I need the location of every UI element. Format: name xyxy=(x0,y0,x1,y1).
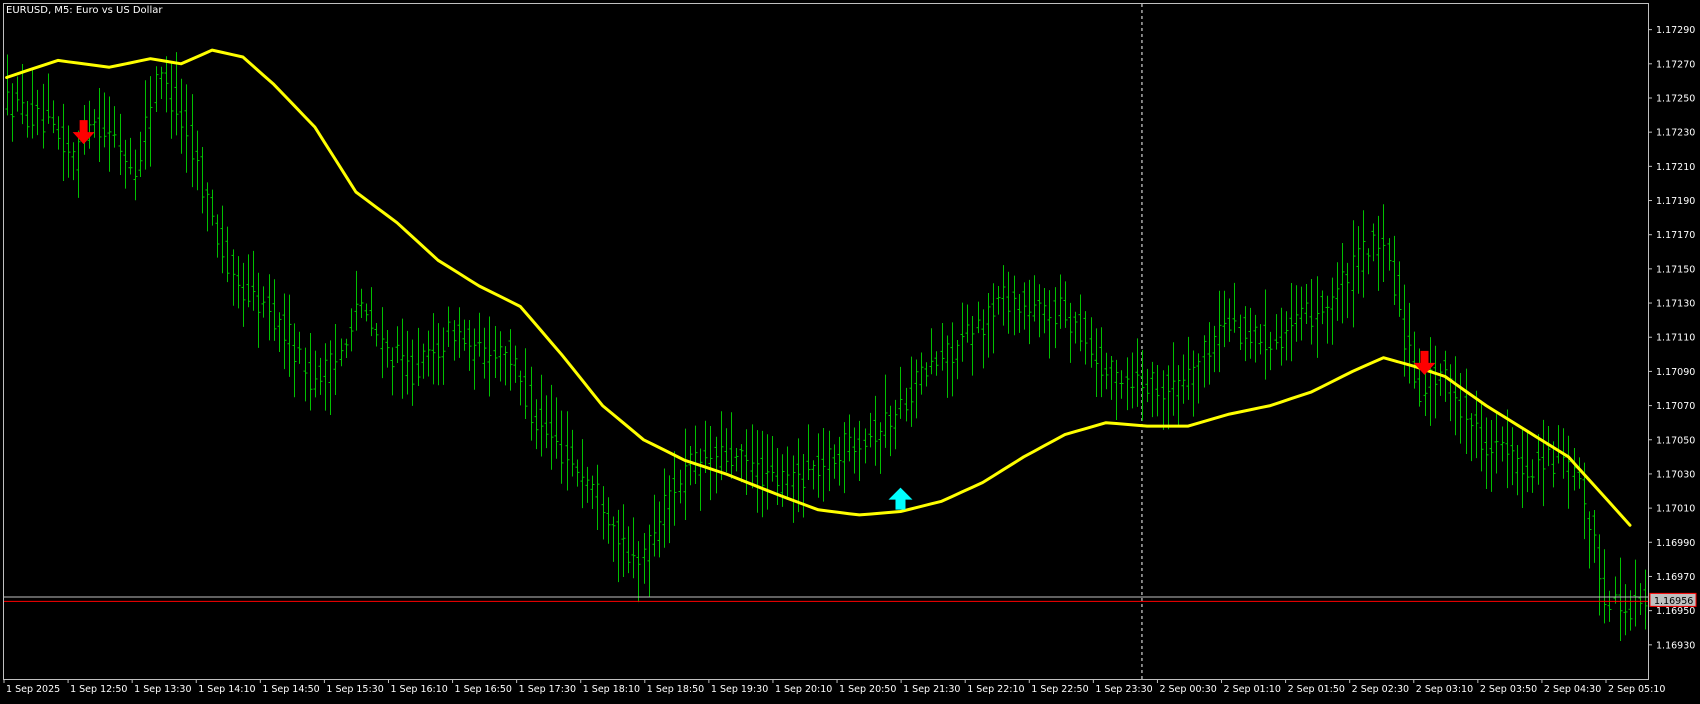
x-axis-label: 2 Sep 03:50 xyxy=(1480,684,1537,695)
chart-title: EURUSD, M5: Euro vs US Dollar xyxy=(6,5,163,16)
x-axis-label: 2 Sep 03:10 xyxy=(1416,684,1473,695)
y-axis-label: 1.17250 xyxy=(1656,93,1695,104)
y-axis-label: 1.17190 xyxy=(1656,196,1695,207)
x-axis-label: 1 Sep 14:50 xyxy=(262,684,319,695)
x-axis-label: 1 Sep 15:30 xyxy=(326,684,383,695)
y-axis-label: 1.17070 xyxy=(1656,401,1695,412)
x-axis-label: 1 Sep 18:50 xyxy=(647,684,704,695)
x-axis-label: 2 Sep 01:50 xyxy=(1288,684,1345,695)
x-axis-label: 2 Sep 04:30 xyxy=(1544,684,1601,695)
y-axis-label: 1.17270 xyxy=(1656,59,1695,70)
x-axis-label: 1 Sep 12:50 xyxy=(70,684,127,695)
y-axis-label: 1.17090 xyxy=(1656,367,1695,378)
chart-window[interactable]: EURUSD, M5: Euro vs US Dollar 1.17290 1.1… xyxy=(0,0,1700,700)
x-axis-label: 1 Sep 21:30 xyxy=(903,684,960,695)
x-axis-label: 1 Sep 22:10 xyxy=(967,684,1024,695)
y-axis-label: 1.17050 xyxy=(1656,435,1695,446)
x-axis-label: 1 Sep 17:30 xyxy=(519,684,576,695)
y-axis-label: 1.17290 xyxy=(1656,25,1695,36)
x-axis-label: 2 Sep 00:30 xyxy=(1159,684,1216,695)
x-axis-label: 1 Sep 14:10 xyxy=(198,684,255,695)
x-axis-label: 1 Sep 20:50 xyxy=(839,684,896,695)
y-axis-label: 1.17230 xyxy=(1656,128,1695,139)
x-axis-label: 1 Sep 20:10 xyxy=(775,684,832,695)
x-axis-label: 2 Sep 01:10 xyxy=(1224,684,1281,695)
y-axis-label: 1.17150 xyxy=(1656,264,1695,275)
x-axis-label: 2 Sep 02:30 xyxy=(1352,684,1409,695)
current-price-label: 1.16956 xyxy=(1654,596,1693,607)
x-axis-label: 1 Sep 13:30 xyxy=(134,684,191,695)
x-axis-label: 1 Sep 18:10 xyxy=(583,684,640,695)
x-axis-label: 2 Sep 05:10 xyxy=(1608,684,1665,695)
y-axis-label: 1.16990 xyxy=(1656,538,1695,549)
y-axis-label: 1.16970 xyxy=(1656,572,1695,583)
x-axis-label: 1 Sep 23:30 xyxy=(1095,684,1152,695)
y-axis-label: 1.17010 xyxy=(1656,504,1695,515)
y-axis-label: 1.17170 xyxy=(1656,230,1695,241)
x-axis-label: 1 Sep 16:50 xyxy=(455,684,512,695)
y-axis-label: 1.17210 xyxy=(1656,162,1695,173)
x-axis-label: 1 Sep 19:30 xyxy=(711,684,768,695)
y-axis-label: 1.17030 xyxy=(1656,469,1695,480)
y-axis-label: 1.17110 xyxy=(1656,333,1695,344)
x-axis-label: 1 Sep 2025 xyxy=(6,684,60,695)
chart-frame xyxy=(3,3,1649,680)
x-axis-label: 1 Sep 16:10 xyxy=(390,684,447,695)
x-axis-label: 1 Sep 22:50 xyxy=(1031,684,1088,695)
y-axis-label: 1.16950 xyxy=(1656,606,1695,617)
y-axis-label: 1.16930 xyxy=(1656,640,1695,651)
y-axis-label: 1.17130 xyxy=(1656,299,1695,310)
price-chart[interactable]: EURUSD, M5: Euro vs US Dollar 1.17290 1.1… xyxy=(0,0,1700,700)
